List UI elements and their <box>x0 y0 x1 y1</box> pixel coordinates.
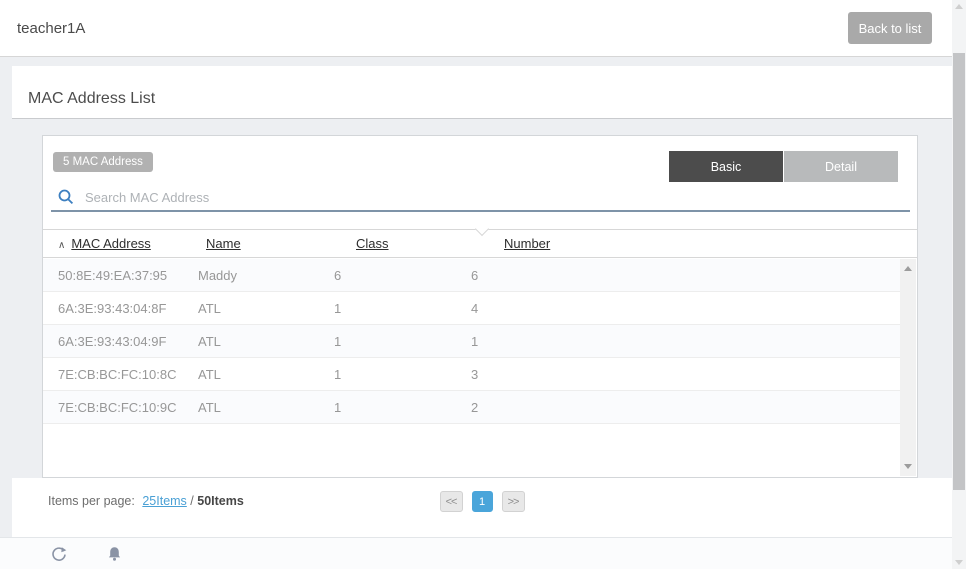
cell-mac: 6A:3E:93:43:04:8F <box>58 301 198 316</box>
table-row[interactable]: 7E:CB:BC:FC:10:8C ATL 1 3 <box>43 358 900 391</box>
search-bar <box>51 184 910 212</box>
table-row[interactable]: 7E:CB:BC:FC:10:9C ATL 1 2 <box>43 391 900 424</box>
refresh-icon[interactable] <box>51 546 67 562</box>
table-row[interactable]: 6A:3E:93:43:04:9F ATL 1 1 <box>43 325 900 358</box>
cell-number: 1 <box>471 334 900 349</box>
cell-mac: 7E:CB:BC:FC:10:8C <box>58 367 198 382</box>
cell-class: 1 <box>334 367 471 382</box>
prev-page-button[interactable]: << <box>440 491 463 512</box>
cell-number: 4 <box>471 301 900 316</box>
top-navbar: teacher1A Back to list <box>0 0 952 57</box>
cell-class: 1 <box>334 400 471 415</box>
view-toggle: Basic Detail <box>669 151 898 182</box>
cell-name: ATL <box>198 334 334 349</box>
table-row[interactable]: 50:8E:49:EA:37:95 Maddy 6 6 <box>43 259 900 292</box>
cell-mac: 50:8E:49:EA:37:95 <box>58 268 198 283</box>
page-1-button[interactable]: 1 <box>472 491 493 512</box>
search-icon <box>58 189 74 205</box>
column-header-mac[interactable]: ∧MAC Address <box>58 235 206 253</box>
cell-name: Maddy <box>198 268 334 283</box>
cell-number: 6 <box>471 268 900 283</box>
table-body: 50:8E:49:EA:37:95 Maddy 6 6 6A:3E:93:43:… <box>43 259 900 476</box>
footer-bar <box>0 537 952 569</box>
page-scrollbar-thumb[interactable] <box>953 53 965 490</box>
page-title: MAC Address List <box>28 90 155 108</box>
cell-class: 1 <box>334 301 471 316</box>
detail-view-button[interactable]: Detail <box>784 151 898 182</box>
mac-count-badge: 5 MAC Address <box>53 152 153 172</box>
pagination-band: Items per page: 25Items / 50Items << 1 >… <box>12 478 952 537</box>
cell-class: 6 <box>334 268 471 283</box>
search-input[interactable] <box>85 190 485 205</box>
username-label: teacher1A <box>17 20 85 37</box>
back-to-list-button[interactable]: Back to list <box>848 12 932 44</box>
column-header-class[interactable]: Class <box>356 235 504 253</box>
page-scrollbar[interactable] <box>952 0 966 569</box>
table-header: ∧MAC Address Name Class Number <box>43 229 917 258</box>
title-band: MAC Address List <box>12 66 952 119</box>
mac-address-card: 5 MAC Address Basic Detail ∧MAC Address … <box>42 135 918 478</box>
cell-mac: 6A:3E:93:43:04:9F <box>58 334 198 349</box>
scroll-up-icon[interactable] <box>904 266 912 271</box>
page-scroll-up-icon[interactable] <box>955 4 963 9</box>
next-page-button[interactable]: >> <box>502 491 525 512</box>
sort-ascending-icon: ∧ <box>58 240 65 251</box>
table-row[interactable]: 6A:3E:93:43:04:8F ATL 1 4 <box>43 292 900 325</box>
bell-icon[interactable] <box>107 546 122 562</box>
cell-mac: 7E:CB:BC:FC:10:9C <box>58 400 198 415</box>
table-scrollbar[interactable] <box>900 259 916 476</box>
scroll-down-icon[interactable] <box>904 464 912 469</box>
basic-view-button[interactable]: Basic <box>669 151 783 182</box>
cell-name: ATL <box>198 400 334 415</box>
page-scroll-down-icon[interactable] <box>955 560 963 565</box>
cell-number: 3 <box>471 367 900 382</box>
pager: << 1 >> <box>12 491 952 512</box>
cell-class: 1 <box>334 334 471 349</box>
column-header-number[interactable]: Number <box>504 235 917 253</box>
column-header-name[interactable]: Name <box>206 235 356 253</box>
cell-name: ATL <box>198 301 334 316</box>
cell-name: ATL <box>198 367 334 382</box>
cell-number: 2 <box>471 400 900 415</box>
